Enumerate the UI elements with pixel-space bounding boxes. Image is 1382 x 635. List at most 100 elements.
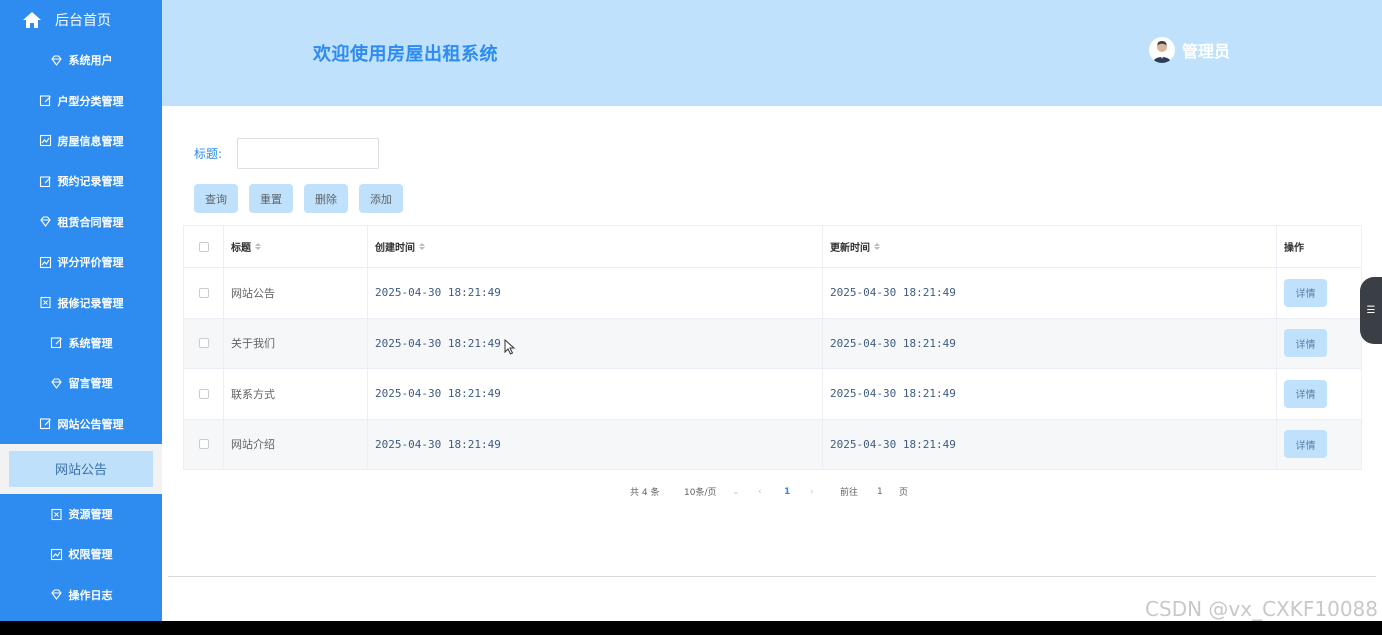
user-menu[interactable]: 管理员 bbox=[1148, 37, 1230, 63]
column-header-updated[interactable]: 更新时间 bbox=[823, 226, 1277, 267]
cell-title: 网站介绍 bbox=[231, 438, 275, 452]
row-checkbox[interactable] bbox=[198, 439, 209, 450]
sidebar-item-top-2[interactable]: 房屋信息管理 bbox=[0, 121, 162, 161]
edit-icon bbox=[39, 94, 52, 107]
page-suffix: 页 bbox=[899, 488, 909, 498]
goto-label: 前往 bbox=[840, 488, 859, 498]
detail-button[interactable]: 详情 bbox=[1284, 430, 1327, 459]
sidebar-item-top-6[interactable]: 报修记录管理 bbox=[0, 282, 162, 322]
prev-page-icon[interactable]: ‹ bbox=[758, 487, 784, 497]
sidebar-item-top-7[interactable]: 系统管理 bbox=[0, 323, 162, 363]
home-icon bbox=[22, 10, 42, 30]
sidebar-item-top-3[interactable]: 预约记录管理 bbox=[0, 161, 162, 201]
search-bar: 标题: bbox=[194, 138, 379, 169]
sidebar-item-bottom-1[interactable]: 权限管理 bbox=[0, 534, 162, 574]
sidebar-item-label: 系统用户 bbox=[68, 54, 113, 68]
sidebar-item-label: 留言管理 bbox=[68, 377, 113, 391]
sidebar-item-label: 户型分类管理 bbox=[57, 94, 124, 108]
sidebar-item-bottom-2[interactable]: 操作日志 bbox=[0, 575, 162, 615]
sidebar-item-label: 房屋信息管理 bbox=[57, 134, 124, 148]
sidebar-item-label: 报修记录管理 bbox=[57, 296, 124, 310]
sidebar-item-label: 评分评价管理 bbox=[57, 256, 124, 270]
detail-button[interactable]: 详情 bbox=[1284, 278, 1327, 307]
user-name: 管理员 bbox=[1181, 42, 1230, 61]
detail-button[interactable]: 详情 bbox=[1284, 379, 1327, 408]
sidebar-submenu: 网站公告 bbox=[0, 443, 162, 494]
sidebar-item-label: 操作日志 bbox=[68, 588, 113, 602]
document-icon bbox=[50, 508, 63, 521]
search-label: 标题: bbox=[194, 147, 223, 161]
sidebar-item-top-5[interactable]: 评分评价管理 bbox=[0, 242, 162, 282]
sidebar-item-label: 权限管理 bbox=[68, 548, 113, 562]
side-drawer-tab[interactable]: ☰ bbox=[1360, 277, 1382, 344]
sidebar-item-bottom-0[interactable]: 资源管理 bbox=[0, 494, 162, 534]
edit-icon bbox=[50, 336, 63, 349]
sidebar-item-top-8[interactable]: 留言管理 bbox=[0, 363, 162, 403]
pagination-total: 共 4 条 bbox=[630, 488, 660, 498]
divider bbox=[168, 576, 1376, 577]
diamond-icon bbox=[50, 54, 63, 67]
sidebar-item-top-1[interactable]: 户型分类管理 bbox=[0, 80, 162, 120]
cell-updated: 2025-04-30 18:21:49 bbox=[830, 387, 956, 401]
sidebar-item-label: 资源管理 bbox=[68, 508, 113, 522]
cell-title: 关于我们 bbox=[231, 337, 275, 351]
sidebar-item-top-4[interactable]: 租赁合同管理 bbox=[0, 202, 162, 242]
pagination: 共 4 条 10条/页 ⌄ ‹ 1 › 前往 1 页 bbox=[630, 485, 909, 499]
avatar bbox=[1148, 37, 1175, 63]
sort-icon[interactable] bbox=[255, 243, 261, 250]
cell-created: 2025-04-30 18:21:49 bbox=[375, 387, 501, 401]
next-page-icon[interactable]: › bbox=[810, 487, 840, 497]
edit-icon bbox=[39, 417, 52, 430]
table-row: 网站介绍 2025-04-30 18:21:49 2025-04-30 18:21:… bbox=[184, 419, 1361, 470]
app-root: 后台首页 系统用户户型分类管理 房屋信息管理 预约记录管理 租赁合同管理 评分评价管理报… bbox=[0, 0, 1382, 635]
reset-button[interactable]: 重置 bbox=[249, 184, 293, 213]
sidebar-home-label: 后台首页 bbox=[55, 13, 111, 29]
table-header: 标题 创建时间 更新时间 操作 bbox=[184, 226, 1361, 268]
column-header-action: 操作 bbox=[1284, 243, 1304, 254]
sidebar-item-label: 网站公告管理 bbox=[57, 417, 124, 431]
sidebar-item-label: 租赁合同管理 bbox=[57, 215, 124, 229]
cell-updated: 2025-04-30 18:21:49 bbox=[830, 437, 956, 451]
chart-icon bbox=[39, 134, 52, 147]
watermark: CSDN @vx_CXKF10088 bbox=[1145, 597, 1378, 621]
current-page[interactable]: 1 bbox=[784, 487, 810, 497]
sidebar-home[interactable]: 后台首页 bbox=[0, 0, 162, 40]
sidebar-subitem-notice[interactable]: 网站公告 bbox=[9, 450, 153, 487]
row-checkbox[interactable] bbox=[198, 388, 209, 399]
column-header-created[interactable]: 创建时间 bbox=[368, 226, 823, 267]
row-checkbox[interactable] bbox=[198, 338, 209, 349]
detail-button[interactable]: 详情 bbox=[1284, 329, 1327, 358]
title-search-input[interactable] bbox=[237, 138, 379, 169]
chart-icon bbox=[50, 548, 63, 561]
cell-title: 网站公告 bbox=[231, 286, 275, 300]
sidebar: 后台首页 系统用户户型分类管理 房屋信息管理 预约记录管理 租赁合同管理 评分评价管理报… bbox=[0, 0, 162, 621]
sidebar-item-top-0[interactable]: 系统用户 bbox=[0, 40, 162, 80]
cell-updated: 2025-04-30 18:21:49 bbox=[830, 286, 956, 300]
delete-button[interactable]: 删除 bbox=[304, 184, 348, 213]
query-button[interactable]: 查询 bbox=[194, 184, 238, 213]
chevron-down-icon[interactable]: ⌄ bbox=[732, 487, 758, 497]
cell-created: 2025-04-30 18:21:49 bbox=[375, 286, 501, 300]
sort-icon[interactable] bbox=[874, 243, 880, 250]
page-size-select[interactable]: 10条/页 bbox=[684, 485, 732, 498]
cell-created: 2025-04-30 18:21:49 bbox=[375, 437, 501, 451]
goto-page-input[interactable]: 1 bbox=[877, 487, 899, 497]
add-button[interactable]: 添加 bbox=[359, 184, 403, 213]
document-icon bbox=[39, 296, 52, 309]
cell-created: 2025-04-30 18:21:49 bbox=[375, 336, 501, 350]
notice-table: 标题 创建时间 更新时间 操作 网站公告 2025-04-30 18:21:49 2… bbox=[183, 225, 1362, 470]
diamond-icon bbox=[50, 588, 63, 601]
cell-updated: 2025-04-30 18:21:49 bbox=[830, 336, 956, 350]
diamond-icon bbox=[50, 377, 63, 390]
column-header-title[interactable]: 标题 bbox=[224, 226, 368, 267]
row-checkbox[interactable] bbox=[198, 287, 209, 298]
table-row: 联系方式 2025-04-30 18:21:49 2025-04-30 18:21:… bbox=[184, 369, 1361, 420]
bottom-bar bbox=[0, 621, 1382, 635]
select-all-checkbox[interactable] bbox=[198, 241, 209, 252]
sidebar-item-top-9[interactable]: 网站公告管理 bbox=[0, 404, 162, 444]
diamond-icon bbox=[39, 215, 52, 228]
page-title: 欢迎使用房屋出租系统 bbox=[313, 44, 498, 65]
action-buttons: 查询 重置 删除 添加 bbox=[194, 184, 403, 213]
sidebar-item-label: 预约记录管理 bbox=[57, 175, 124, 189]
sort-icon[interactable] bbox=[419, 243, 425, 250]
